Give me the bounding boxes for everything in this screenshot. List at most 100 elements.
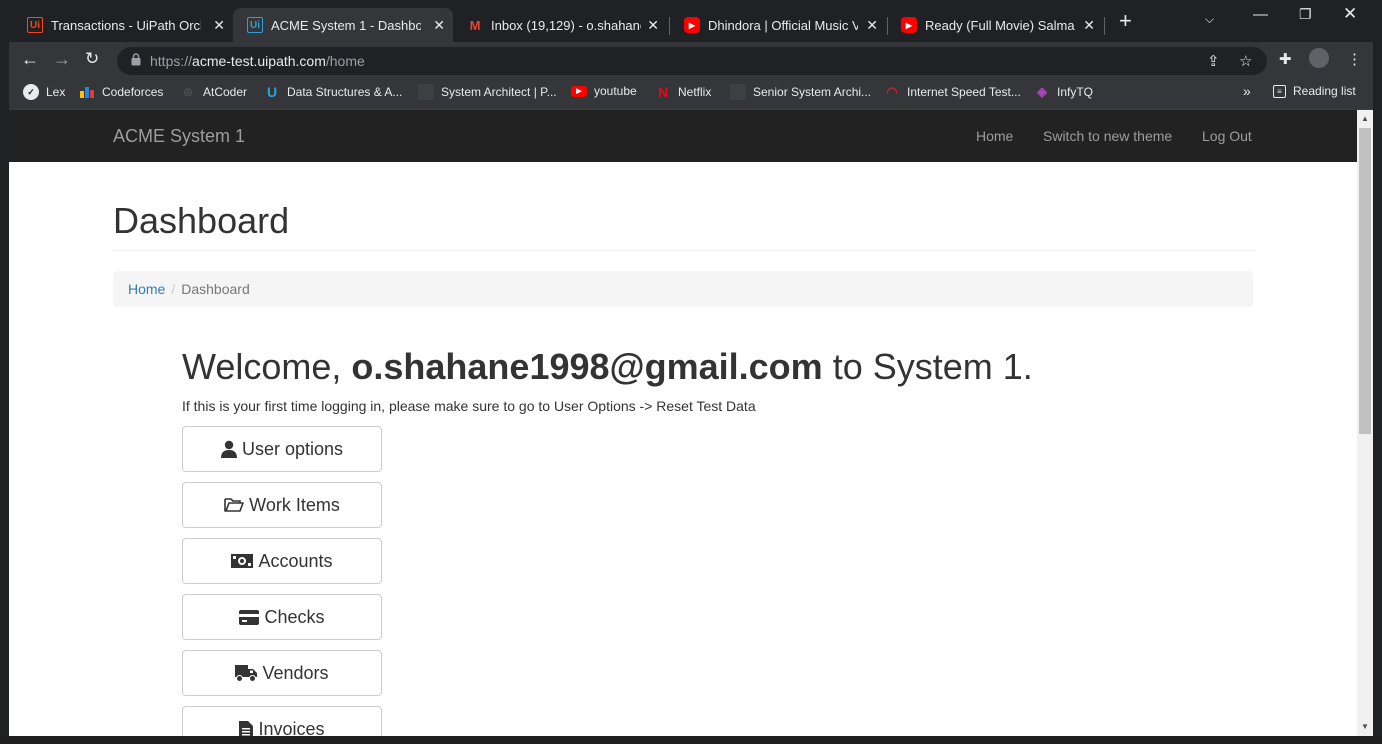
- credit-card-icon: [239, 609, 260, 625]
- folder-open-icon: [224, 498, 244, 512]
- bookmark-item[interactable]: ▶ youtube: [571, 84, 637, 98]
- address-bar[interactable]: https://acme-test.uipath.com/home ⇪ ☆: [117, 47, 1267, 75]
- page-viewport: ACME System 1 Home Switch to new theme L…: [9, 110, 1373, 736]
- user-options-button[interactable]: User options: [182, 426, 382, 472]
- share-icon[interactable]: ⇪: [1207, 52, 1220, 70]
- tab-search-icon[interactable]: ⌵: [1205, 12, 1214, 27]
- back-button[interactable]: ←: [21, 49, 39, 70]
- tab-title: Inbox (19,129) - o.shahane1998@gmail.com: [491, 17, 641, 33]
- bookmark-label: Data Structures & A...: [287, 85, 403, 99]
- scroll-up-arrow[interactable]: ▲: [1361, 114, 1369, 123]
- bookmark-label: Netflix: [678, 85, 712, 99]
- bookmarks-bar: ✓ Lex Codeforces ◎ AtCoder U Data Structure…: [9, 78, 1373, 110]
- netflix-icon: N: [657, 84, 669, 100]
- bookmark-item[interactable]: N Netflix: [655, 84, 711, 100]
- invoices-button[interactable]: Invoices: [182, 706, 382, 736]
- extensions-icon[interactable]: ✚: [1279, 50, 1292, 68]
- button-label: Accounts: [258, 550, 333, 571]
- close-icon[interactable]: ✕: [213, 17, 225, 34]
- browser-tab-active[interactable]: Ui ACME System 1 - Dashboard ✕: [233, 8, 453, 42]
- welcome-user: o.shahane1998@gmail.com: [351, 346, 823, 387]
- breadcrumb-separator: /: [171, 281, 176, 297]
- minimize-button[interactable]: —: [1253, 6, 1268, 23]
- gmail-icon: M: [469, 17, 481, 33]
- close-icon[interactable]: ✕: [647, 17, 659, 34]
- bookmark-label: Lex: [46, 85, 66, 99]
- bookmark-item[interactable]: Senior System Archi...: [730, 84, 871, 100]
- tab-strip: Ui Transactions - UiPath Orchestrator ✕ …: [9, 8, 1373, 42]
- button-label: Invoices: [258, 718, 325, 737]
- page-scrollbar[interactable]: ▲ ▼: [1357, 110, 1373, 736]
- scroll-thumb[interactable]: [1359, 128, 1371, 434]
- youtube-icon: ▶: [684, 17, 700, 33]
- bookmark-label: System Architect | P...: [441, 85, 557, 99]
- bookmark-item[interactable]: ◠ Internet Speed Test...: [884, 84, 1021, 100]
- reading-list-icon: ≡: [1273, 84, 1286, 98]
- bookmark-item[interactable]: U Data Structures & A...: [264, 84, 402, 100]
- page-icon: [730, 84, 746, 100]
- file-text-icon: [239, 720, 254, 736]
- menu-icon[interactable]: ⋮: [1347, 50, 1362, 68]
- app-navbar: ACME System 1 Home Switch to new theme L…: [9, 110, 1357, 162]
- avatar[interactable]: [1309, 48, 1329, 68]
- close-icon[interactable]: ✕: [433, 17, 445, 34]
- url-text: https://acme-test.uipath.com/home: [150, 53, 365, 69]
- bookmark-label: InfyTQ: [1057, 85, 1094, 99]
- bookmark-label: AtCoder: [203, 85, 248, 99]
- nav-switch-theme-link[interactable]: Switch to new theme: [1043, 128, 1172, 144]
- scroll-down-arrow[interactable]: ▼: [1361, 722, 1369, 731]
- restore-button[interactable]: ❐: [1299, 6, 1312, 23]
- button-label: Work Items: [249, 494, 340, 515]
- nav-logout-link[interactable]: Log Out: [1202, 128, 1252, 144]
- close-window-button[interactable]: ✕: [1343, 4, 1357, 24]
- vendors-button[interactable]: Vendors: [182, 650, 382, 696]
- youtube-icon: ▶: [571, 85, 587, 97]
- tab-title: ACME System 1 - Dashboard: [271, 17, 421, 33]
- browser-toolbar: ← → ↻ https://acme-test.uipath.com/home …: [9, 42, 1373, 78]
- work-items-button[interactable]: Work Items: [182, 482, 382, 528]
- bookmark-item[interactable]: Codeforces: [79, 84, 163, 100]
- star-icon[interactable]: ☆: [1239, 52, 1252, 70]
- money-icon: [231, 554, 254, 568]
- bookmarks-overflow-button[interactable]: »: [1243, 83, 1251, 99]
- udemy-icon: U: [266, 84, 278, 100]
- new-tab-button[interactable]: +: [1119, 8, 1132, 34]
- browser-tab[interactable]: M Inbox (19,129) - o.shahane1998@gmail.c…: [453, 8, 667, 42]
- accounts-button[interactable]: Accounts: [182, 538, 382, 584]
- bookmark-item[interactable]: ◎ AtCoder: [180, 84, 247, 100]
- reload-button[interactable]: ↻: [85, 49, 99, 69]
- checks-button[interactable]: Checks: [182, 594, 382, 640]
- user-icon: [220, 440, 237, 458]
- breadcrumb: Home / Dashboard: [113, 271, 1253, 307]
- welcome-heading: Welcome, o.shahane1998@gmail.com to Syst…: [182, 346, 1033, 388]
- uipath-icon: Ui: [247, 17, 263, 33]
- infytq-icon: ◈: [1037, 84, 1047, 99]
- bookmark-label: youtube: [594, 84, 637, 98]
- lock-icon: [131, 53, 141, 66]
- welcome-suffix: to System 1.: [822, 346, 1033, 387]
- bookmark-label: Senior System Archi...: [753, 85, 872, 99]
- reading-list-button[interactable]: ≡ Reading list: [1273, 84, 1356, 98]
- speedtest-icon: ◠: [886, 84, 898, 99]
- bookmark-item[interactable]: ✓ Lex: [23, 84, 65, 100]
- browser-tab[interactable]: ▶ Ready (Full Movie) Salman Khan ✕: [887, 8, 1103, 42]
- close-icon[interactable]: ✕: [866, 17, 878, 34]
- nav-home-link[interactable]: Home: [976, 128, 1013, 144]
- breadcrumb-current: Dashboard: [181, 281, 250, 297]
- first-login-note: If this is your first time logging in, p…: [182, 398, 756, 414]
- button-label: User options: [241, 438, 344, 459]
- button-label: Checks: [264, 606, 325, 627]
- bookmark-label: Codeforces: [102, 85, 164, 99]
- lex-icon: ✓: [23, 84, 39, 100]
- brand-link[interactable]: ACME System 1: [113, 126, 245, 147]
- tab-title: Dhindora | Official Music Video: [708, 17, 858, 33]
- forward-button[interactable]: →: [53, 49, 71, 70]
- breadcrumb-home-link[interactable]: Home: [128, 281, 165, 297]
- page-title: Dashboard: [113, 200, 290, 241]
- divider: [113, 250, 1253, 251]
- browser-tab[interactable]: Ui Transactions - UiPath Orchestrator ✕: [13, 8, 233, 42]
- bookmark-item[interactable]: ◈ InfyTQ: [1034, 84, 1093, 100]
- bookmark-item[interactable]: System Architect | P...: [418, 84, 557, 100]
- close-icon[interactable]: ✕: [1083, 17, 1095, 34]
- browser-tab[interactable]: ▶ Dhindora | Official Music Video ✕: [670, 8, 886, 42]
